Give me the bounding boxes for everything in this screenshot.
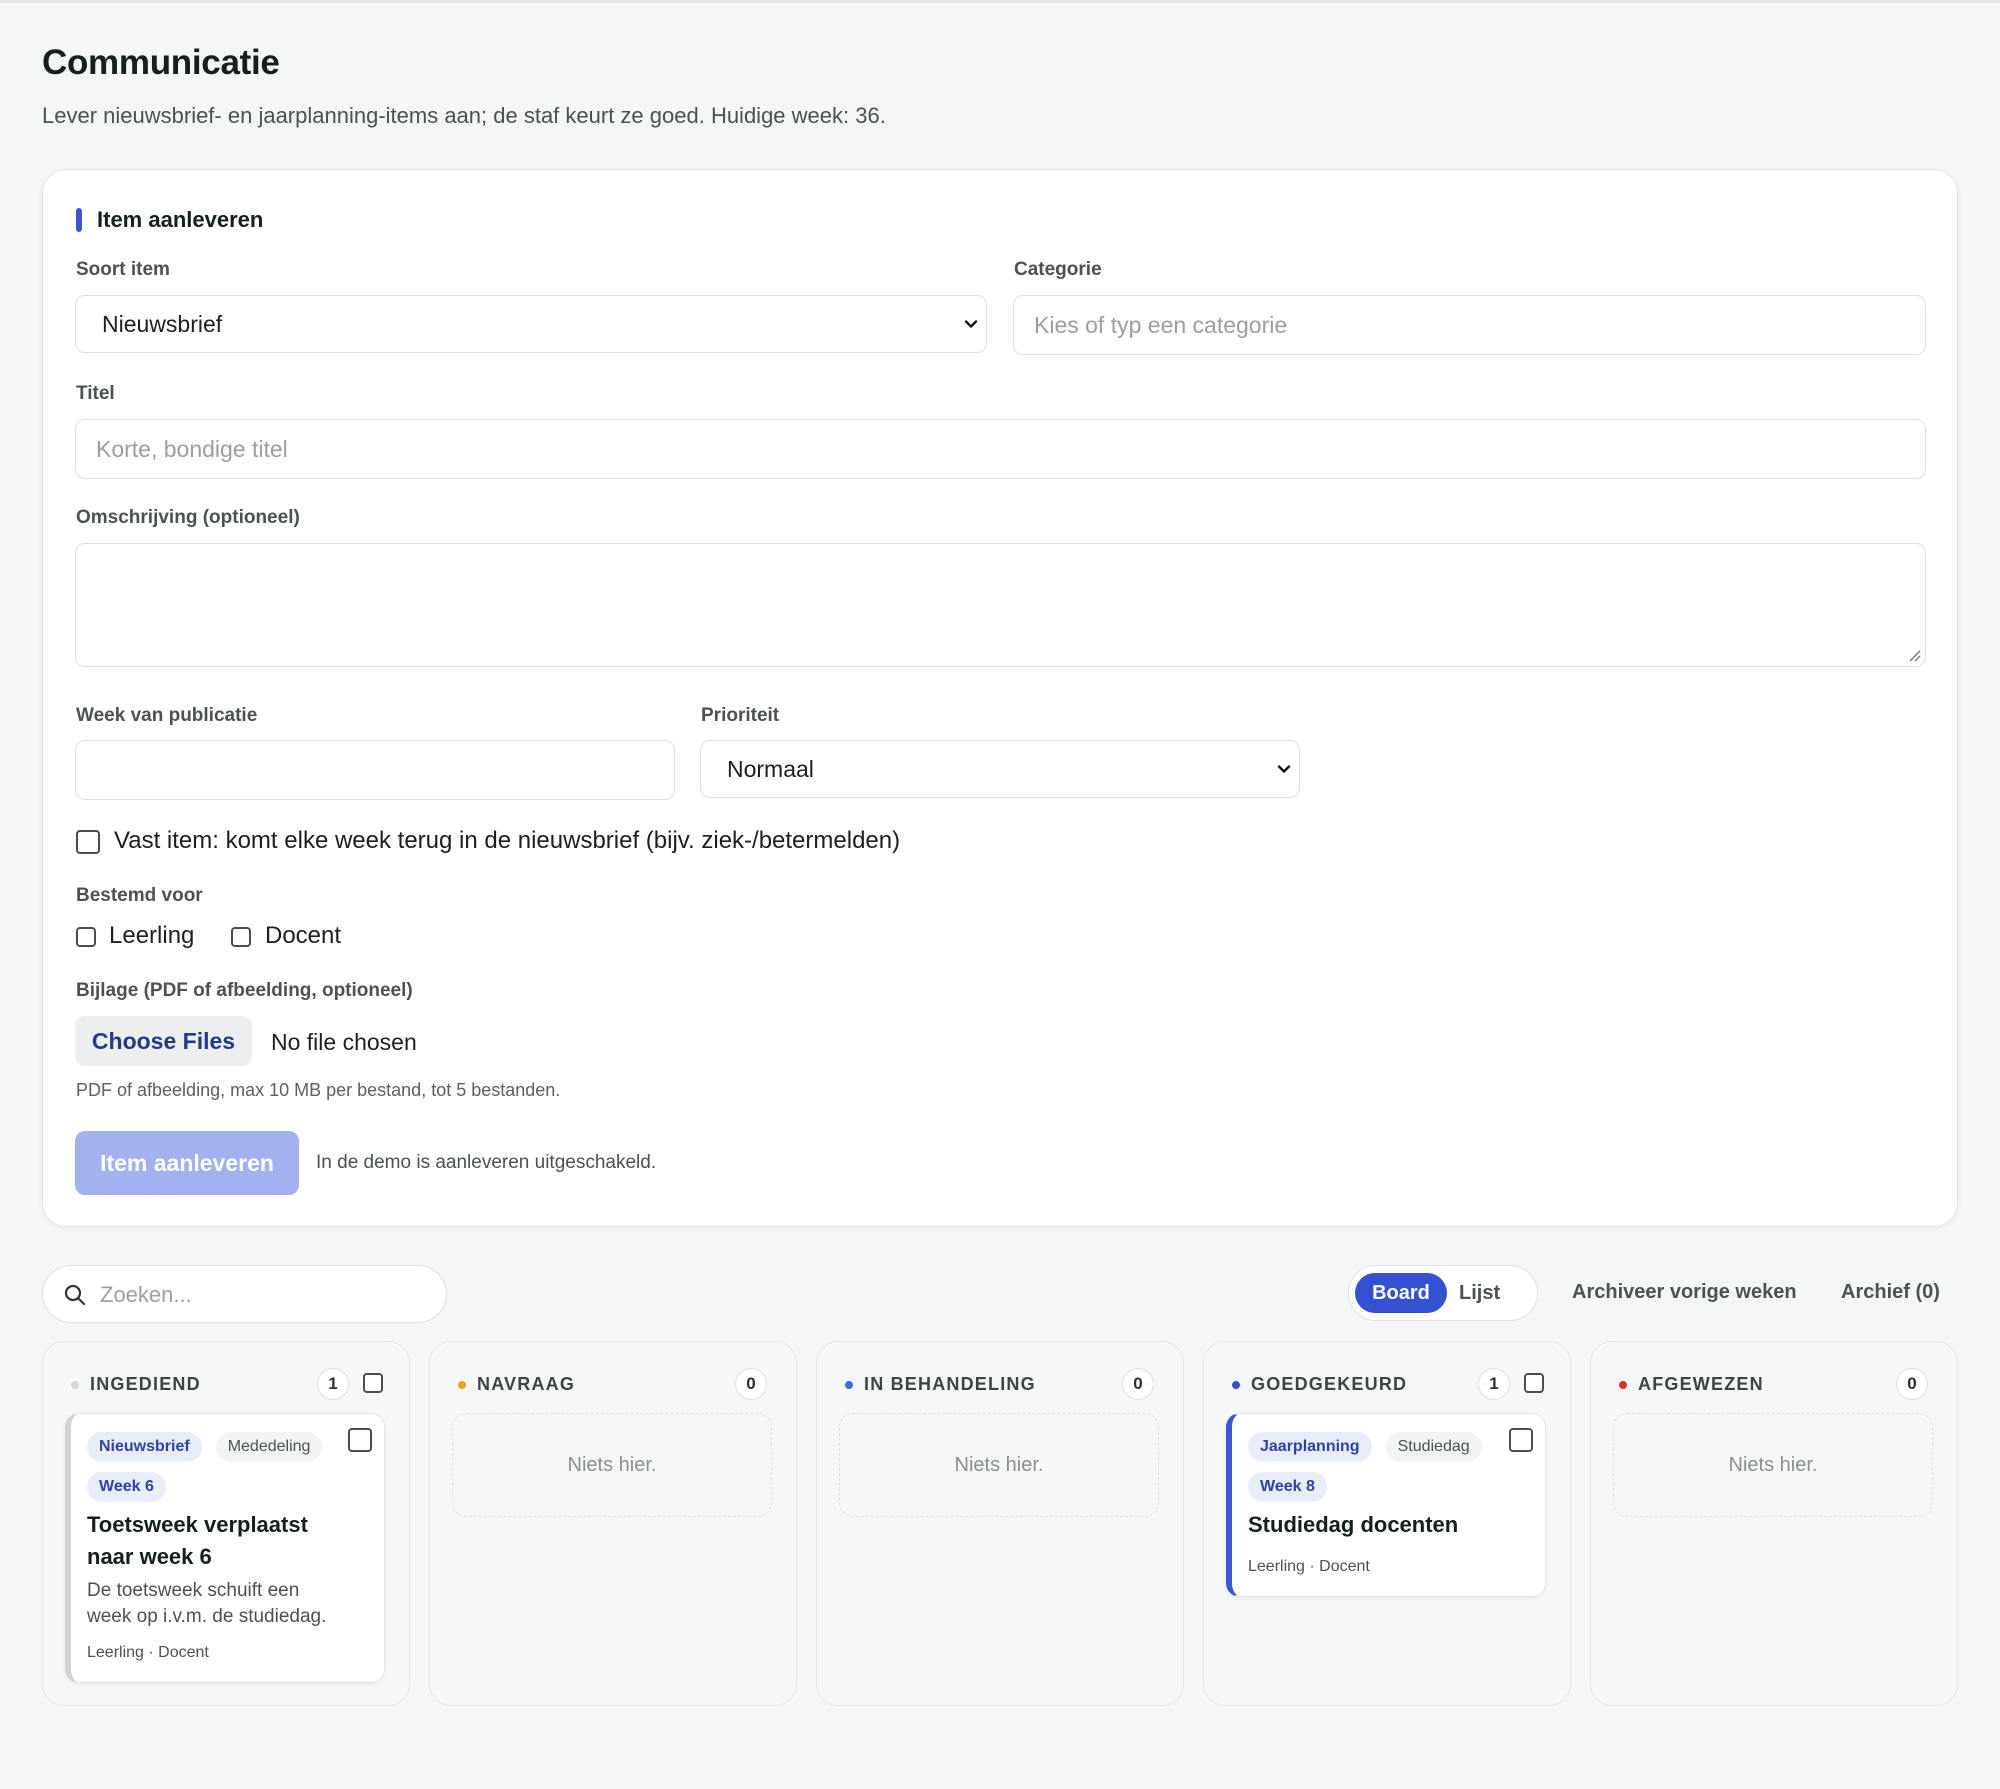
card-select-checkbox[interactable]: [1509, 1428, 1533, 1452]
card-audience: Leerling · Docent: [87, 1644, 209, 1661]
submit-item-button[interactable]: Item aanleveren: [75, 1131, 299, 1195]
bijlage-hint: PDF of afbeelding, max 10 MB per bestand…: [76, 1080, 561, 1100]
column-count: 0: [1896, 1368, 1928, 1400]
chevron-down-icon: [1277, 765, 1291, 773]
column-title: NAVRAAG: [477, 1374, 576, 1394]
prioriteit-value: Normaal: [727, 755, 814, 782]
card-title-line2: naar week 6: [87, 1544, 212, 1569]
omschrijving-label: Omschrijving (optioneel): [76, 507, 300, 528]
week-label: Week van publicatie: [76, 705, 258, 726]
tag-category: Mededeling: [215, 1432, 323, 1462]
soort-item-label: Soort item: [76, 259, 170, 280]
page-title: Communicatie: [42, 43, 280, 82]
bestemd-voor-label: Bestemd voor: [76, 885, 203, 906]
column-header: IN BEHANDELING: [845, 1374, 1036, 1395]
status-dot: [1619, 1380, 1627, 1389]
soort-item-value: Nieuwsbrief: [102, 310, 223, 337]
status-dot: [71, 1380, 79, 1389]
column-count: 1: [1478, 1368, 1510, 1400]
submit-item-form: Item aanleveren Soort item Nieuwsbrief C…: [42, 169, 1958, 1227]
card-select-checkbox[interactable]: [348, 1428, 372, 1452]
card-title-line1: Toetsweek verplaatst: [87, 1512, 308, 1537]
status-dot: [845, 1380, 853, 1389]
card-tags: Jaarplanning Studiedag: [1248, 1432, 1482, 1462]
file-status: No file chosen: [271, 1029, 417, 1055]
leerling-label: Leerling: [109, 922, 195, 949]
vast-item-checkbox[interactable]: [76, 830, 100, 854]
column-header: INGEDIEND: [71, 1374, 201, 1395]
board-column-afgewezen: AFGEWEZEN 0 Niets hier.: [1590, 1341, 1958, 1706]
column-count: 0: [1122, 1368, 1154, 1400]
prioriteit-select[interactable]: Normaal: [700, 740, 1300, 798]
column-count: 1: [317, 1368, 349, 1400]
tag-week: Week 8: [1248, 1472, 1327, 1502]
empty-placeholder: Niets hier.: [839, 1413, 1159, 1517]
tag-type: Jaarplanning: [1248, 1432, 1372, 1462]
status-dot: [1232, 1380, 1240, 1389]
card-title: Studiedag docenten: [1248, 1512, 1459, 1537]
tag-type: Nieuwsbrief: [87, 1432, 202, 1462]
resize-grip-icon[interactable]: [1907, 648, 1921, 662]
search-icon: [64, 1284, 86, 1306]
demo-note: In de demo is aanleveren uitgeschakeld.: [316, 1152, 657, 1173]
titel-label: Titel: [76, 383, 115, 404]
form-section-title: Item aanleveren: [76, 207, 264, 232]
column-title: AFGEWEZEN: [1638, 1374, 1764, 1394]
column-count: 0: [735, 1368, 767, 1400]
column-header: GOEDGEKEURD: [1232, 1374, 1407, 1395]
board-column-in-behandeling: IN BEHANDELING 0 Niets hier.: [816, 1341, 1184, 1706]
board-column-navraag: NAVRAAG 0 Niets hier.: [429, 1341, 797, 1706]
categorie-placeholder: Kies of typ een categorie: [1034, 311, 1288, 338]
accent-bar: [76, 208, 82, 232]
soort-item-select[interactable]: Nieuwsbrief: [75, 295, 987, 353]
empty-placeholder: Niets hier.: [1613, 1413, 1933, 1517]
board-card[interactable]: Jaarplanning Studiedag Week 8 Studiedag …: [1226, 1413, 1546, 1597]
choose-files-button[interactable]: Choose Files: [75, 1016, 252, 1066]
archive-button[interactable]: Archief (0): [1841, 1281, 1940, 1304]
card-desc-line2: week op i.v.m. de studiedag.: [87, 1606, 327, 1627]
search-placeholder: Zoeken...: [100, 1282, 192, 1307]
omschrijving-textarea[interactable]: [75, 543, 1926, 667]
column-title: IN BEHANDELING: [864, 1374, 1036, 1394]
board-column-ingediend: INGEDIEND 1 Nieuwsbrief Mededeling Week …: [42, 1341, 410, 1706]
column-header: NAVRAAG: [458, 1374, 575, 1395]
titel-placeholder: Korte, bondige titel: [96, 435, 288, 462]
page-subtitle: Lever nieuwsbrief- en jaarplanning-items…: [42, 103, 886, 128]
docent-checkbox[interactable]: [231, 927, 251, 947]
tag-category: Studiedag: [1385, 1432, 1482, 1462]
archive-previous-weeks-button[interactable]: Archiveer vorige weken: [1572, 1281, 1797, 1304]
view-toggle: Board Lijst: [1348, 1265, 1538, 1321]
card-desc-line1: De toetsweek schuift een: [87, 1580, 300, 1601]
categorie-input[interactable]: Kies of typ een categorie: [1013, 295, 1926, 355]
column-select-checkbox[interactable]: [1524, 1373, 1544, 1393]
card-tags: Nieuwsbrief Mededeling: [87, 1432, 323, 1462]
form-section-title-text: Item aanleveren: [97, 207, 264, 232]
chevron-down-icon: [964, 320, 978, 328]
status-dot: [458, 1380, 466, 1389]
prioriteit-label: Prioriteit: [701, 705, 780, 726]
titel-input[interactable]: Korte, bondige titel: [75, 419, 1926, 479]
card-audience: Leerling · Docent: [1248, 1558, 1370, 1575]
column-header: AFGEWEZEN: [1619, 1374, 1764, 1395]
column-select-checkbox[interactable]: [363, 1373, 383, 1393]
bijlage-label: Bijlage (PDF of afbeelding, optioneel): [76, 980, 413, 1001]
docent-label: Docent: [265, 922, 342, 949]
leerling-checkbox[interactable]: [76, 927, 96, 947]
vast-item-label: Vast item: komt elke week terug in de ni…: [114, 827, 901, 854]
board-column-goedgekeurd: GOEDGEKEURD 1 Jaarplanning Studiedag Wee…: [1203, 1341, 1571, 1706]
week-input[interactable]: [75, 740, 675, 800]
column-title: INGEDIEND: [90, 1374, 201, 1394]
board-card[interactable]: Nieuwsbrief Mededeling Week 6 Toetsweek …: [65, 1413, 385, 1683]
search-input[interactable]: Zoeken...: [42, 1265, 447, 1323]
view-board-button[interactable]: Board: [1355, 1273, 1447, 1313]
empty-placeholder: Niets hier.: [452, 1413, 772, 1517]
column-title: GOEDGEKEURD: [1251, 1374, 1408, 1394]
view-list-button[interactable]: Lijst: [1459, 1282, 1500, 1305]
categorie-label: Categorie: [1014, 259, 1102, 280]
tag-week: Week 6: [87, 1472, 166, 1502]
